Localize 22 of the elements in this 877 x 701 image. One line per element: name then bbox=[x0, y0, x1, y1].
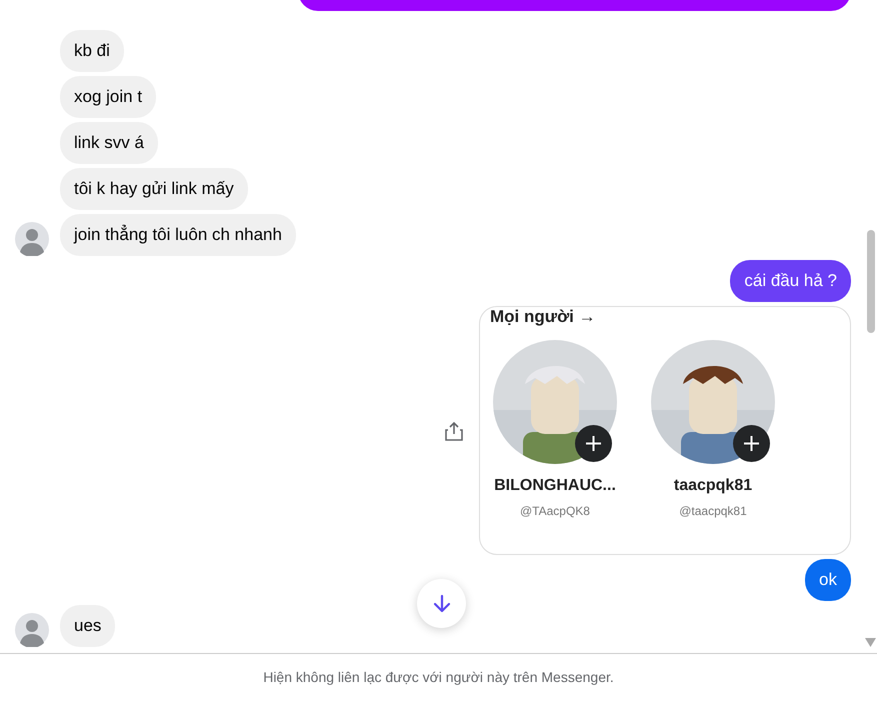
message-bubble: cái đầu hả ? bbox=[730, 260, 851, 302]
message-bubble: link svv á bbox=[60, 122, 158, 164]
section-heading: Mọi người → bbox=[490, 307, 596, 327]
message-bubble: ok bbox=[805, 559, 851, 601]
user-name: BILONGHAUC... bbox=[494, 476, 616, 496]
user-name: taacpqk81 bbox=[674, 476, 752, 496]
message-bubble: join thẳng tôi luôn ch nhanh bbox=[60, 214, 296, 256]
avatar-icon[interactable] bbox=[15, 222, 49, 256]
scroll-down-button[interactable] bbox=[417, 579, 466, 628]
avatar-icon[interactable] bbox=[15, 613, 49, 647]
user-handle: @TAacpQK8 bbox=[520, 503, 590, 520]
message-bubble: xog join t bbox=[60, 76, 156, 118]
unavailable-notice: Hiện không liên lạc được với người này trên Messenger. bbox=[263, 668, 614, 687]
message-bubble: ues bbox=[60, 605, 116, 647]
message-bubble: tôi k hay gửi link mấy bbox=[60, 168, 248, 210]
plus-icon[interactable] bbox=[733, 425, 770, 462]
user-handle: @taacpqk81 bbox=[679, 503, 747, 520]
message-bubble: kb đi bbox=[60, 30, 124, 72]
plus-icon[interactable] bbox=[575, 425, 612, 462]
scrollbar-thumb[interactable] bbox=[867, 230, 875, 333]
share-icon[interactable] bbox=[445, 420, 463, 440]
shared-screenshot[interactable]: Mọi người → BILONGHAUC... @TAacpQK8 taacpqk81 @taacpqk81 bbox=[479, 306, 851, 555]
